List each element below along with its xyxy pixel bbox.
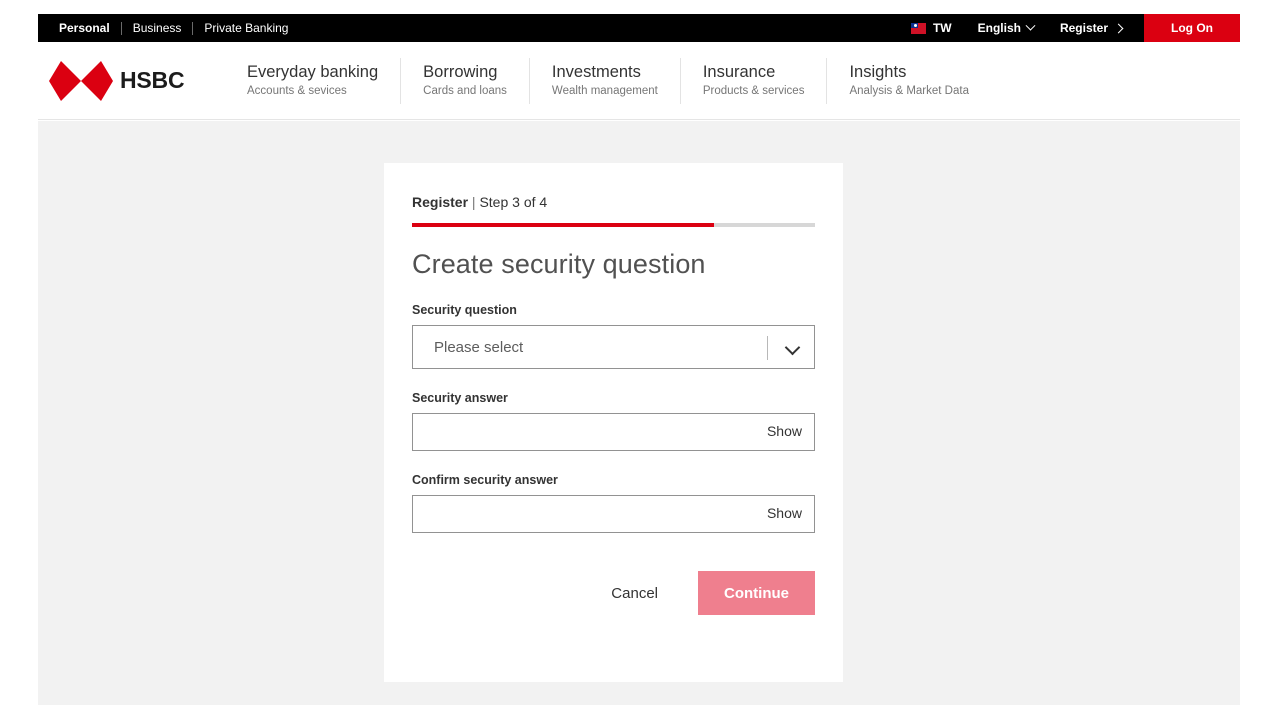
security-question-select[interactable]: Please select xyxy=(412,325,815,369)
topbar-link-personal[interactable]: Personal xyxy=(48,22,121,34)
nav-subtitle: Analysis & Market Data xyxy=(849,85,969,97)
nav-item-borrowing[interactable]: Borrowing Cards and loans xyxy=(400,57,529,104)
site-header: HSBC Everyday banking Accounts & sevices… xyxy=(38,42,1240,120)
security-answer-box: Show xyxy=(412,413,815,451)
nav-title: Insurance xyxy=(702,63,776,81)
page-content: Register | Step 3 of 4 Create security q… xyxy=(38,121,1240,705)
step-separator: | xyxy=(468,194,480,210)
register-link[interactable]: Register xyxy=(1059,21,1124,35)
language-selector[interactable]: English xyxy=(977,20,1036,35)
card-actions: Cancel Continue xyxy=(412,571,815,615)
nav-subtitle: Products & services xyxy=(702,85,805,97)
topbar-right-group: TW English Register Log On xyxy=(910,14,1240,42)
language-label: English xyxy=(977,21,1021,35)
topbar-link-private-banking[interactable]: Private Banking xyxy=(193,22,299,34)
step-prefix: Register xyxy=(412,194,469,210)
taiwan-flag-icon xyxy=(910,22,926,34)
page-title: Create security question xyxy=(412,249,706,279)
step-indicator: Register | Step 3 of 4 xyxy=(412,193,815,211)
nav-subtitle: Accounts & sevices xyxy=(247,85,347,97)
confirm-security-answer-input[interactable] xyxy=(413,496,743,532)
progress-bar-fill xyxy=(412,223,715,227)
security-answer-field: Security answer Show xyxy=(412,391,815,451)
topbar-link-business[interactable]: Business xyxy=(122,22,193,34)
confirm-security-answer-show-toggle[interactable]: Show xyxy=(767,505,802,521)
cancel-button[interactable]: Cancel xyxy=(605,585,664,602)
security-question-field: Security question Please select xyxy=(412,303,815,369)
log-on-button[interactable]: Log On xyxy=(1144,14,1240,42)
progress-bar xyxy=(412,223,815,227)
nav-title: Insights xyxy=(849,63,907,81)
divider xyxy=(767,336,768,360)
security-answer-input[interactable] xyxy=(413,414,743,450)
registration-card: Register | Step 3 of 4 Create security q… xyxy=(384,163,843,682)
nav-title: Everyday banking xyxy=(247,63,379,81)
nav-item-insights[interactable]: Insights Analysis & Market Data xyxy=(826,57,991,104)
security-question-label: Security question xyxy=(412,303,517,317)
nav-title: Investments xyxy=(551,63,641,81)
continue-button[interactable]: Continue xyxy=(698,571,815,615)
brand-wordmark: HSBC xyxy=(120,67,185,93)
nav-subtitle: Cards and loans xyxy=(423,85,507,97)
confirm-security-answer-field: Confirm security answer Show xyxy=(412,473,815,533)
chevron-down-icon xyxy=(1025,20,1036,31)
segment-switcher: Personal Business Private Banking xyxy=(38,21,299,35)
security-answer-label: Security answer xyxy=(412,391,508,405)
nav-item-investments[interactable]: Investments Wealth management xyxy=(528,57,680,104)
hsbc-logo-link[interactable]: HSBC xyxy=(49,60,239,101)
chevron-down-icon xyxy=(784,339,801,356)
step-counter: Step 3 of 4 xyxy=(479,194,548,210)
primary-nav: Everyday banking Accounts & sevices Borr… xyxy=(239,57,991,104)
security-answer-show-toggle[interactable]: Show xyxy=(767,423,802,439)
confirm-security-answer-box: Show xyxy=(412,495,815,533)
security-question-value: Please select xyxy=(434,338,524,356)
nav-item-everyday-banking[interactable]: Everyday banking Accounts & sevices xyxy=(239,58,400,104)
nav-title: Borrowing xyxy=(423,63,498,81)
confirm-security-answer-label: Confirm security answer xyxy=(412,473,558,487)
nav-item-insurance[interactable]: Insurance Products & services xyxy=(679,57,827,104)
chevron-right-icon xyxy=(1113,23,1124,33)
register-label: Register xyxy=(1059,21,1108,35)
nav-subtitle: Wealth management xyxy=(551,85,658,97)
top-utility-bar: Personal Business Private Banking TW Eng… xyxy=(38,14,1240,42)
hsbc-hexagon-logo xyxy=(49,60,113,101)
region-label[interactable]: TW xyxy=(933,21,952,35)
